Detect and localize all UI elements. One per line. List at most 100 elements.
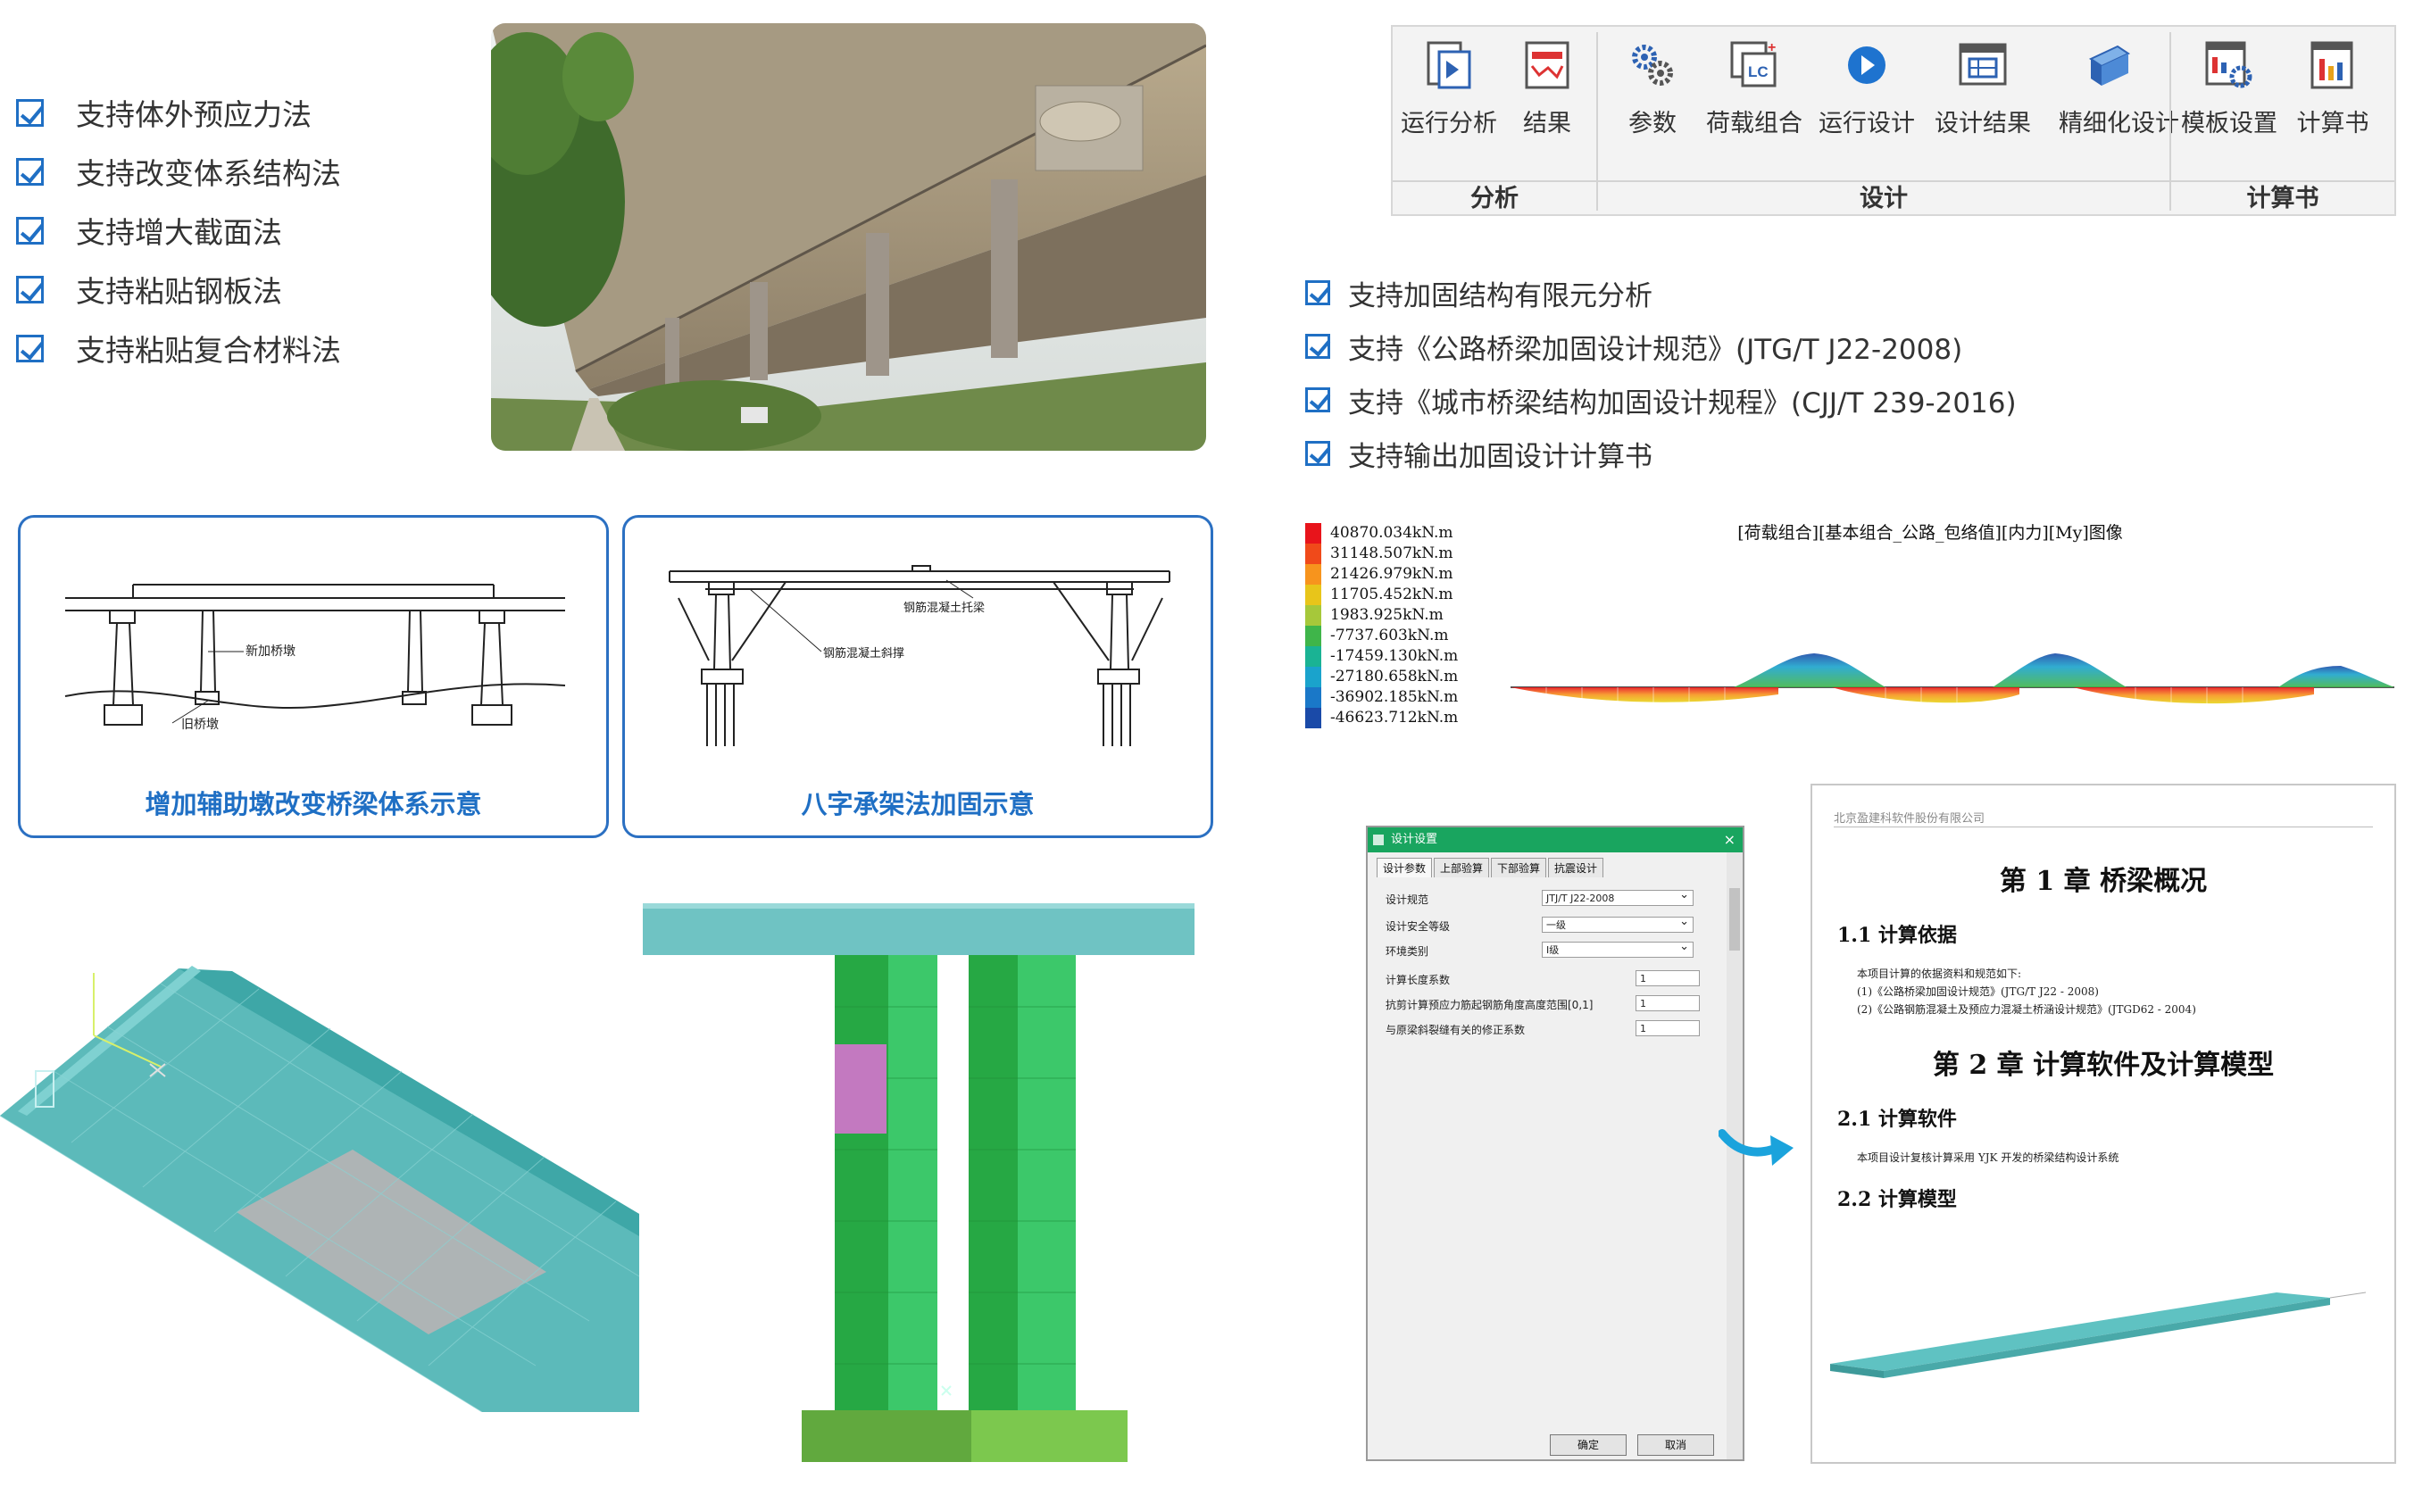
report-paragraph: (2)《公路钢筋混凝土及预应力混凝土桥涵设计规范》(JTGD62 - 2004) bbox=[1857, 1003, 2196, 1016]
legend-value: -36902.185kN.m bbox=[1330, 688, 1459, 706]
legend-value: -27180.658kN.m bbox=[1330, 668, 1459, 685]
legend-value: 31148.507kN.m bbox=[1330, 544, 1453, 562]
feature-item: 支持输出加固设计计算书 bbox=[1305, 427, 2017, 480]
report-chapter-2-title: 第 2 章 计算软件及计算模型 bbox=[1932, 1050, 2275, 1081]
bridge-photo bbox=[491, 23, 1206, 451]
checkbox-checked-icon bbox=[1305, 441, 1330, 466]
report-section-1-1: 1.1 计算依据 bbox=[1837, 924, 1957, 947]
feature-item: 支持改变体系结构法 bbox=[16, 142, 341, 201]
feature-label: 支持改变体系结构法 bbox=[76, 156, 341, 191]
diagram-label: 钢筋混凝土托梁 bbox=[903, 601, 985, 615]
tab-superstructure-check[interactable]: 上部验算 bbox=[1434, 858, 1490, 877]
svg-text:+: + bbox=[1768, 40, 1776, 55]
dialog-tabs: 设计参数 上部验算 下部验算 抗震设计 bbox=[1377, 858, 1605, 877]
shear-range-input[interactable]: 1 bbox=[1636, 995, 1700, 1011]
dialog-title: 设计设置 bbox=[1391, 833, 1438, 846]
legend-swatch bbox=[1305, 646, 1321, 668]
legend-value: -17459.130kN.m bbox=[1330, 647, 1459, 665]
diagram-label: 旧桥墩 bbox=[181, 718, 219, 732]
pier-column-model-view bbox=[643, 903, 1195, 1462]
run-analysis-button[interactable]: 运行分析 bbox=[1400, 39, 1498, 173]
ribbon-button-label: 精细化设计 bbox=[2059, 110, 2179, 137]
calculation-report-button[interactable]: 计算书 bbox=[2284, 39, 2382, 173]
field-label: 设计规范 bbox=[1386, 893, 1429, 906]
right-feature-list: 支持加固结构有限元分析 支持《公路桥梁加固设计规范》(JTG/T J22-200… bbox=[1305, 266, 2017, 480]
report-paragraph: (1)《公路桥梁加固设计规范》(JTG/T J22 - 2008) bbox=[1857, 985, 2099, 998]
length-factor-input[interactable]: 1 bbox=[1636, 970, 1700, 986]
legend-swatch bbox=[1305, 544, 1321, 565]
run-design-button[interactable]: 运行设计 bbox=[1818, 39, 1916, 173]
checkbox-checked-icon bbox=[16, 98, 44, 127]
load-combination-button[interactable]: LC + 荷载组合 bbox=[1705, 39, 1803, 173]
legend-swatch bbox=[1305, 708, 1321, 728]
legend-swatch bbox=[1305, 626, 1321, 647]
report-icon bbox=[2310, 41, 2353, 89]
calculation-report-preview: 北京盈建科软件股份有限公司 第 1 章 桥梁概况 1.1 计算依据 本项目计算的… bbox=[1810, 784, 2396, 1464]
feature-item: 支持体外预应力法 bbox=[16, 83, 341, 142]
field-label: 抗剪计算预应力筋起钢筋角度高度范围[0,1] bbox=[1386, 999, 1594, 1011]
feature-label: 支持《公路桥梁加固设计规范》(JTG/T J22-2008) bbox=[1348, 333, 1963, 366]
feature-label: 支持粘贴钢板法 bbox=[76, 274, 282, 309]
ribbon-button-label: 结果 bbox=[1523, 110, 1571, 137]
legend-value: -46623.712kN.m bbox=[1330, 709, 1459, 727]
run-analysis-icon bbox=[1427, 41, 1471, 89]
ribbon-group-analysis: 运行分析 结果 分析 bbox=[1393, 27, 1596, 214]
color-legend-labels: 40870.034kN.m 31148.507kN.m 21426.979kN.… bbox=[1330, 523, 1458, 728]
ribbon-button-label: 参数 bbox=[1628, 110, 1677, 137]
feature-label: 支持体外预应力法 bbox=[76, 97, 312, 132]
ribbon-button-label: 模板设置 bbox=[2181, 110, 2277, 137]
feature-item: 支持《城市桥梁结构加固设计规程》(CJJ/T 239-2016) bbox=[1305, 373, 2017, 427]
checkbox-checked-icon bbox=[1305, 387, 1330, 412]
moment-envelope-view: 40870.034kN.m 31148.507kN.m 21426.979kN.… bbox=[1305, 519, 2396, 743]
beam-3d-model-view bbox=[0, 966, 639, 1412]
field-label: 设计安全等级 bbox=[1386, 920, 1451, 933]
legend-swatch bbox=[1305, 585, 1321, 606]
ribbon-button-label: 运行设计 bbox=[1819, 110, 1915, 137]
ribbon-group-label: 设计 bbox=[1860, 185, 1908, 212]
results-button[interactable]: 结果 bbox=[1498, 39, 1596, 173]
scrollbar-thumb[interactable] bbox=[1729, 888, 1740, 951]
crack-factor-input[interactable]: 1 bbox=[1636, 1020, 1700, 1036]
design-ribbon-toolbar: 运行分析 结果 分析 参数 LC + 荷载组合 运行设计 设计结果 精细化设计 … bbox=[1391, 25, 2396, 216]
feature-label: 支持《城市桥梁结构加固设计规程》(CJJ/T 239-2016) bbox=[1348, 386, 2017, 420]
ok-button[interactable]: 确定 bbox=[1550, 1434, 1627, 1456]
environment-class-select[interactable]: I级 bbox=[1542, 939, 1694, 958]
checkbox-checked-icon bbox=[16, 216, 44, 245]
svg-text:LC: LC bbox=[1748, 63, 1769, 80]
tab-design-params[interactable]: 设计参数 bbox=[1377, 858, 1433, 877]
report-chapter-1-title: 第 1 章 桥梁概况 bbox=[1999, 866, 2208, 897]
design-results-button[interactable]: 设计结果 bbox=[1934, 39, 2032, 173]
report-paragraph: 本项目设计复核计算采用 YJK 开发的桥梁结构设计系统 bbox=[1857, 1151, 2119, 1164]
ribbon-button-label: 计算书 bbox=[2296, 110, 2369, 137]
safety-level-select[interactable]: 一级 bbox=[1542, 914, 1694, 933]
moment-envelope-plot bbox=[1511, 653, 2394, 707]
beam-3d-icon bbox=[2088, 45, 2131, 86]
design-results-icon bbox=[1959, 43, 2007, 86]
legend-swatch bbox=[1305, 667, 1321, 688]
ribbon-button-label: 设计结果 bbox=[1935, 110, 2031, 137]
design-code-select[interactable]: JTJ/T J22-2008 bbox=[1542, 887, 1694, 906]
gears-icon bbox=[1632, 45, 1673, 86]
feature-label: 支持增大截面法 bbox=[76, 215, 282, 250]
template-settings-button[interactable]: 模板设置 bbox=[2180, 39, 2278, 173]
a-frame-support-diagram: 钢筋混凝土托梁 钢筋混凝土斜撑 bbox=[669, 565, 1170, 746]
legend-swatch bbox=[1305, 687, 1321, 709]
checkbox-checked-icon bbox=[16, 157, 44, 186]
feature-label: 支持加固结构有限元分析 bbox=[1348, 279, 1652, 312]
arrow-right-icon bbox=[1719, 1129, 1794, 1166]
cancel-button[interactable]: 取消 bbox=[1637, 1434, 1714, 1456]
tab-substructure-check[interactable]: 下部验算 bbox=[1491, 858, 1547, 877]
report-company-header: 北京盈建科软件股份有限公司 bbox=[1834, 812, 1985, 826]
tab-seismic-design[interactable]: 抗震设计 bbox=[1548, 858, 1604, 877]
feature-label: 支持输出加固设计计算书 bbox=[1348, 440, 1652, 473]
ribbon-group-design: 参数 LC + 荷载组合 运行设计 设计结果 精细化设计 设计 bbox=[1598, 27, 2179, 214]
feature-label: 支持粘贴复合材料法 bbox=[76, 333, 341, 368]
diagram-caption: 八字承架法加固示意 bbox=[801, 789, 1035, 819]
detailed-design-button[interactable]: 精细化设计 bbox=[2059, 39, 2179, 173]
ribbon-button-label: 荷载组合 bbox=[1706, 110, 1802, 137]
checkbox-checked-icon bbox=[1305, 334, 1330, 359]
diagram-label: 新加桥墩 bbox=[246, 644, 296, 659]
close-icon[interactable]: × bbox=[1724, 827, 1736, 852]
checkbox-checked-icon bbox=[16, 334, 44, 362]
parameters-button[interactable]: 参数 bbox=[1603, 39, 1702, 173]
